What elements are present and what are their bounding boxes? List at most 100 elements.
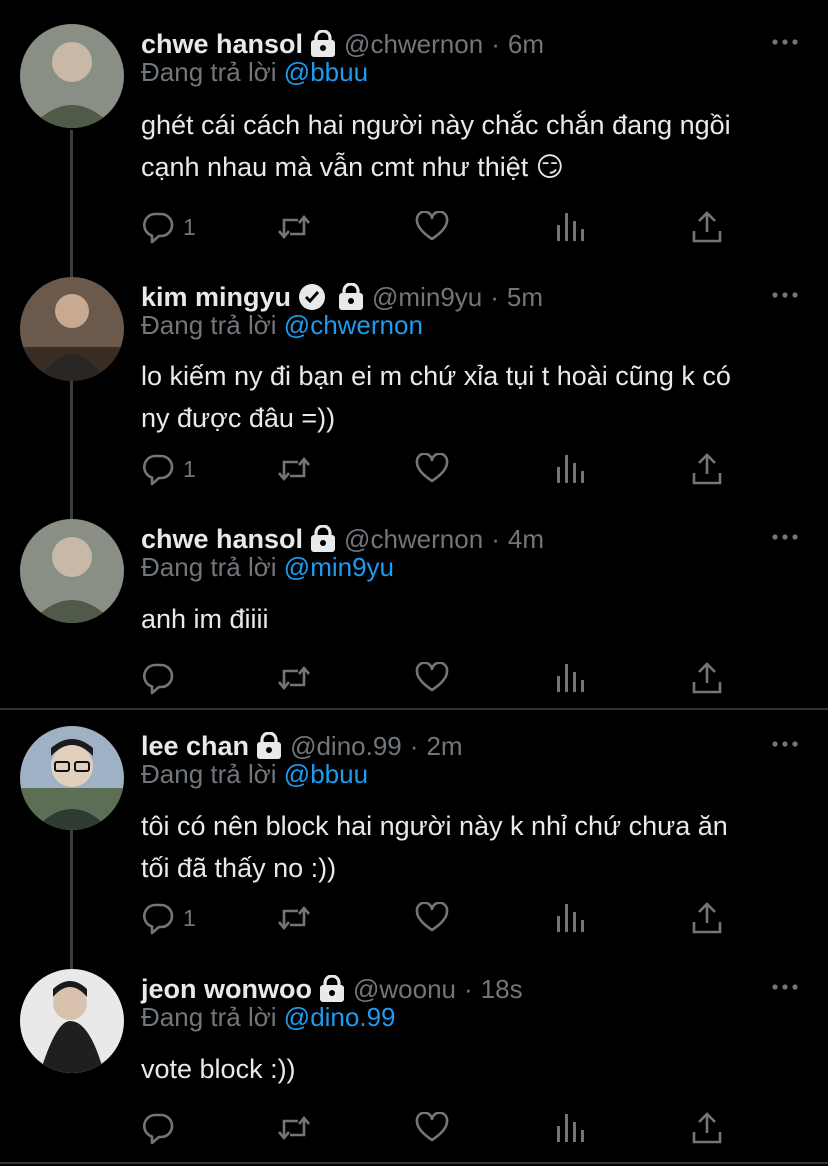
analytics-icon <box>555 662 585 694</box>
reply-button[interactable]: 1 <box>141 898 196 938</box>
separator: · <box>464 973 473 1004</box>
display-name[interactable]: lee chan <box>141 731 249 762</box>
share-button[interactable] <box>691 1108 723 1148</box>
analytics-icon <box>555 211 585 243</box>
timestamp[interactable]: 18s <box>481 974 523 1005</box>
avatar[interactable] <box>20 969 124 1073</box>
replying-to-link[interactable]: @bbuu <box>284 57 368 87</box>
retweet-button[interactable] <box>276 1108 312 1148</box>
separator: · <box>490 281 499 312</box>
retweet-button[interactable] <box>276 658 312 698</box>
display-name[interactable]: chwe hansol <box>141 524 303 555</box>
handle[interactable]: @woonu <box>353 974 456 1005</box>
tweet-text-line: cạnh nhau mà vẫn cmt như thiệt 😏 <box>141 152 564 182</box>
reply-button[interactable]: 1 <box>141 207 196 247</box>
tweet[interactable]: kim mingyu @min9yu · 5m Đang trả lời @ch… <box>0 277 828 507</box>
tweet-text: anh im điiii <box>141 598 269 640</box>
avatar[interactable] <box>20 519 124 623</box>
analytics-button[interactable] <box>555 207 585 247</box>
display-name[interactable]: kim mingyu <box>141 282 291 313</box>
like-button[interactable] <box>415 207 449 247</box>
analytics-icon <box>555 902 585 934</box>
tweet[interactable]: lee chan @dino.99 · 2m Đang trả lời @bbu… <box>0 726 828 956</box>
tweet-actions: 1 <box>141 898 741 938</box>
thread-divider <box>0 708 828 710</box>
tweet-text-line: ghét cái cách hai người này chắc chắn đa… <box>141 110 731 140</box>
analytics-button[interactable] <box>555 1108 585 1148</box>
share-button[interactable] <box>691 449 723 489</box>
like-icon <box>415 902 449 934</box>
retweet-button[interactable] <box>276 449 312 489</box>
more-icon[interactable] <box>772 529 798 547</box>
tweet-text-line: tôi có nên block hai người này k nhỉ chứ… <box>141 811 728 841</box>
more-icon[interactable] <box>772 979 798 997</box>
display-name[interactable]: chwe hansol <box>141 29 303 60</box>
share-button[interactable] <box>691 898 723 938</box>
replying-to-link[interactable]: @bbuu <box>284 759 368 789</box>
tweet[interactable]: chwe hansol @chwernon · 4m Đang trả lời … <box>0 519 828 699</box>
like-button[interactable] <box>415 658 449 698</box>
handle[interactable]: @dino.99 <box>290 731 402 762</box>
reply-icon <box>141 452 175 486</box>
lock-icon <box>310 30 336 58</box>
more-icon[interactable] <box>772 34 798 52</box>
thread-divider <box>0 1162 828 1164</box>
replying-to: Đang trả lời @bbuu <box>141 57 368 88</box>
share-icon <box>691 452 723 486</box>
reply-icon <box>141 1111 175 1145</box>
reply-icon <box>141 901 175 935</box>
handle[interactable]: @min9yu <box>372 282 482 313</box>
timestamp[interactable]: 5m <box>507 282 543 313</box>
tweet[interactable]: chwe hansol @chwernon · 6m Đang trả lời … <box>0 24 828 254</box>
avatar[interactable] <box>20 726 124 830</box>
verified-badge-icon <box>298 283 326 311</box>
like-button[interactable] <box>415 449 449 489</box>
tweet-text-line: tối đã thấy no :)) <box>141 853 337 883</box>
share-button[interactable] <box>691 658 723 698</box>
reply-button[interactable] <box>141 658 183 698</box>
like-icon <box>415 453 449 485</box>
tweet-text-line: vote block :)) <box>141 1054 296 1084</box>
replying-to-link[interactable]: @min9yu <box>284 552 394 582</box>
retweet-icon <box>276 662 312 694</box>
replying-to-link[interactable]: @dino.99 <box>284 1002 396 1032</box>
tweet-text-line: lo kiếm ny đi bạn ei m chứ xỉa tụi t hoà… <box>141 361 731 391</box>
timestamp[interactable]: 6m <box>508 29 544 60</box>
tweet-actions: 1 <box>141 449 741 489</box>
retweet-button[interactable] <box>276 898 312 938</box>
more-icon[interactable] <box>772 736 798 754</box>
like-icon <box>415 211 449 243</box>
like-icon <box>415 662 449 694</box>
avatar[interactable] <box>20 24 124 128</box>
analytics-button[interactable] <box>555 449 585 489</box>
lock-icon <box>319 975 345 1003</box>
replying-to: Đang trả lời @bbuu <box>141 759 368 790</box>
tweet-text-line: anh im điiii <box>141 604 269 634</box>
analytics-button[interactable] <box>555 898 585 938</box>
retweet-icon <box>276 1112 312 1144</box>
replying-label: Đang trả lời <box>141 57 277 87</box>
timestamp[interactable]: 4m <box>508 524 544 555</box>
tweet[interactable]: jeon wonwoo @woonu · 18s Đang trả lời @d… <box>0 969 828 1149</box>
replying-to: Đang trả lời @chwernon <box>141 310 423 341</box>
tweet-text: vote block :)) <box>141 1048 296 1090</box>
handle[interactable]: @chwernon <box>344 524 483 555</box>
replying-label: Đang trả lời <box>141 552 277 582</box>
tweet-text: lo kiếm ny đi bạn ei m chứ xỉa tụi t hoà… <box>141 355 731 439</box>
reply-button[interactable]: 1 <box>141 449 196 489</box>
like-button[interactable] <box>415 898 449 938</box>
display-name[interactable]: jeon wonwoo <box>141 974 312 1005</box>
more-icon[interactable] <box>772 287 798 305</box>
share-button[interactable] <box>691 207 723 247</box>
avatar[interactable] <box>20 277 124 381</box>
handle[interactable]: @chwernon <box>344 29 483 60</box>
like-button[interactable] <box>415 1108 449 1148</box>
timestamp[interactable]: 2m <box>426 731 462 762</box>
analytics-button[interactable] <box>555 658 585 698</box>
analytics-icon <box>555 1112 585 1144</box>
replying-to-link[interactable]: @chwernon <box>284 310 423 340</box>
reply-button[interactable] <box>141 1108 183 1148</box>
retweet-icon <box>276 453 312 485</box>
retweet-button[interactable] <box>276 207 312 247</box>
separator: · <box>491 28 500 59</box>
